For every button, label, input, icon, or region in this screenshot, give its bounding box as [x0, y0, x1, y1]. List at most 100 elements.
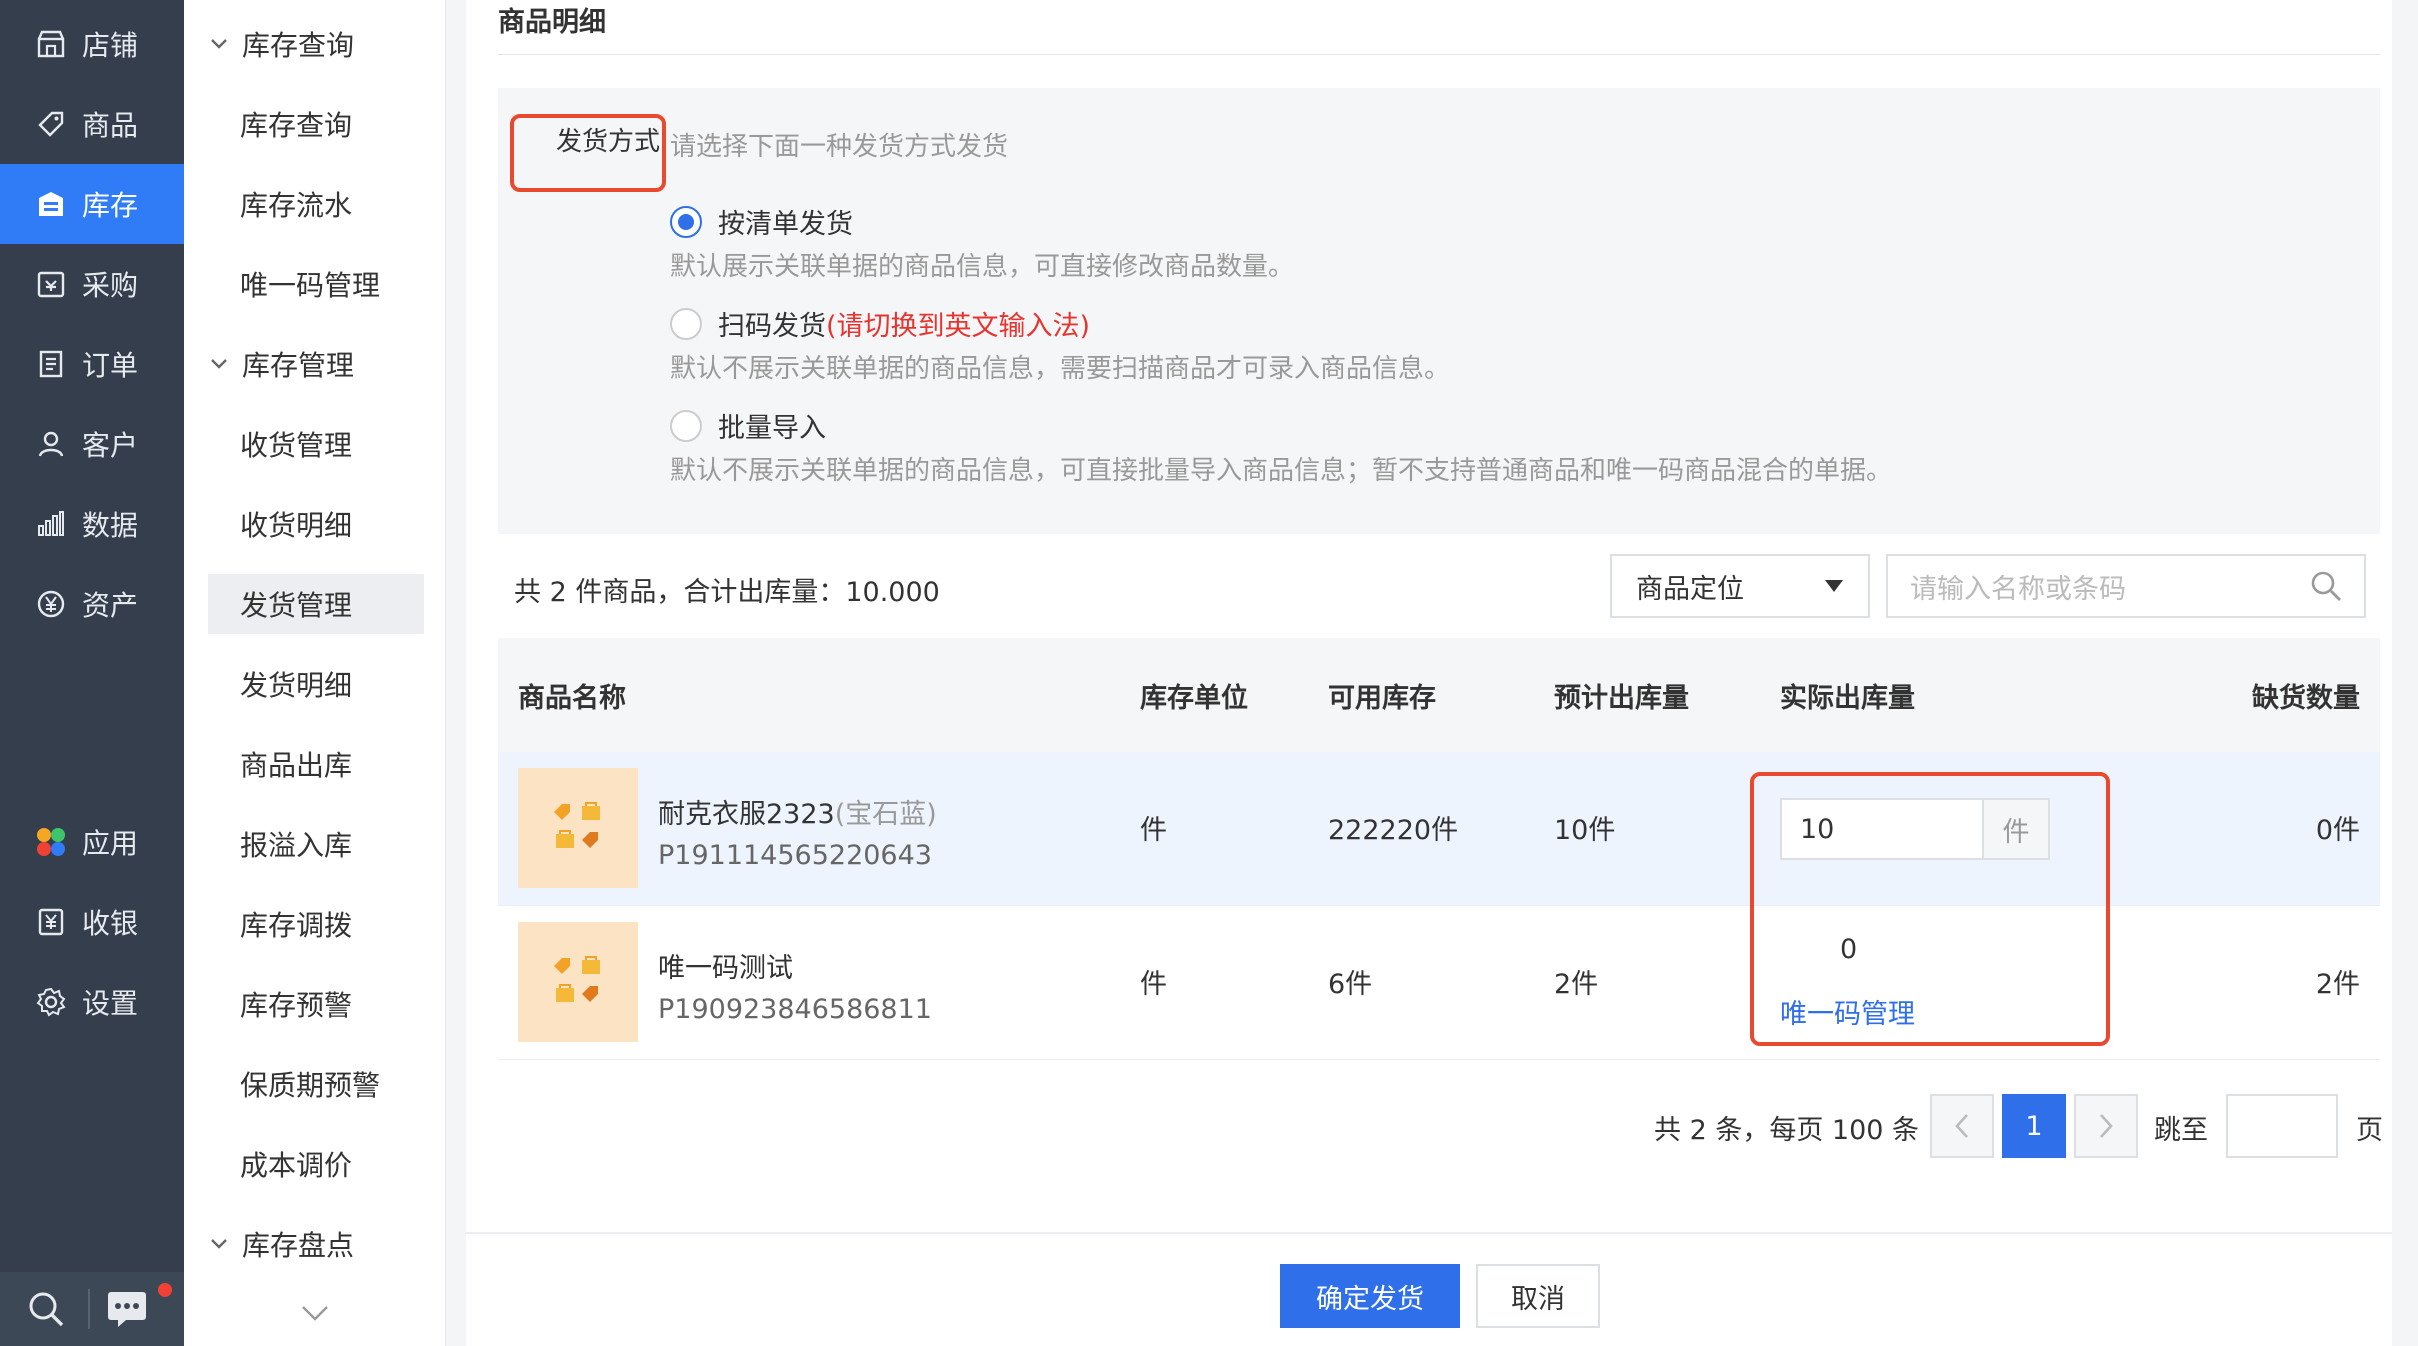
menu-item-receive-detail[interactable]: 收货明细 — [208, 494, 424, 554]
chevron-left-icon — [1954, 1113, 1970, 1139]
product-thumbnail — [518, 768, 638, 888]
menu-item-ship-detail[interactable]: 发货明细 — [208, 654, 424, 714]
chevron-right-icon — [2098, 1113, 2114, 1139]
inventory-icon — [34, 187, 68, 221]
menu-item-overflow-inbound[interactable]: 报溢入库 — [208, 814, 424, 874]
scrollbar-track[interactable] — [2392, 0, 2418, 1346]
product-image-icon — [554, 956, 600, 1002]
nav-item-customers[interactable]: 客户 — [0, 404, 184, 484]
col-available: 可用库存 — [1328, 682, 1436, 714]
nav-item-orders[interactable]: 订单 — [0, 324, 184, 404]
cell-shortage: 0件 — [2315, 815, 2360, 846]
nav-item-purchase[interactable]: 采购 — [0, 244, 184, 324]
highlight-box — [510, 114, 666, 192]
cashier-icon — [34, 905, 68, 939]
confirm-ship-button[interactable]: 确定发货 — [1280, 1264, 1460, 1328]
user-icon — [34, 427, 68, 461]
ship-option-import[interactable]: 批量导入 — [670, 406, 826, 445]
radio-list[interactable] — [670, 205, 702, 238]
nav-item-cashier[interactable]: 收银 — [0, 882, 184, 962]
col-expected: 预计出库量 — [1554, 682, 1689, 714]
menu-item-expiry-alert[interactable]: 保质期预警 — [208, 1054, 424, 1114]
menu-item-stock-alert[interactable]: 库存预警 — [208, 974, 424, 1034]
table-header: 商品名称 库存单位 可用库存 预计出库量 实际出库量 缺货数量 — [498, 638, 2380, 752]
col-actual: 实际出库量 — [1780, 682, 1915, 714]
goods-locate-select[interactable]: 商品定位 — [1610, 554, 1870, 618]
menu-item-unique-code[interactable]: 唯一码管理 — [208, 254, 424, 314]
purchase-icon — [34, 267, 68, 301]
menu-item-stock-query[interactable]: 库存查询 — [208, 94, 424, 154]
cancel-button[interactable]: 取消 — [1476, 1264, 1600, 1328]
menu-item-receive-manage[interactable]: 收货管理 — [208, 414, 424, 474]
cell-expected: 2件 — [1554, 969, 1599, 1000]
ship-option-desc: 默认不展示关联单据的商品信息，可直接批量导入商品信息；暂不支持普通商品和唯一码商… — [670, 456, 1893, 486]
menu-item-stock-flow[interactable]: 库存流水 — [208, 174, 424, 234]
next-page-button[interactable] — [2074, 1094, 2138, 1158]
order-icon — [34, 347, 68, 381]
product-code: P190923846586811 — [658, 994, 932, 1025]
chevron-down-icon[interactable] — [300, 1304, 330, 1322]
highlight-box — [1750, 772, 2110, 1046]
cell-expected: 10件 — [1554, 815, 1616, 846]
section-title: 商品明细 — [498, 7, 606, 38]
apps-icon — [34, 825, 68, 859]
ship-method-hint: 请选择下面一种发货方式发货 — [670, 132, 1009, 162]
nav-item-goods[interactable]: 商品 — [0, 84, 184, 164]
tag-icon — [34, 107, 68, 141]
jump-page-input[interactable] — [2226, 1094, 2338, 1158]
ship-option-warning: (请切换到英文输入法) — [826, 311, 1091, 342]
product-thumbnail — [518, 922, 638, 1042]
ship-option-scan[interactable]: 扫码发货 (请切换到英文输入法) — [670, 304, 1090, 343]
col-unit: 库存单位 — [1140, 682, 1248, 714]
search-input[interactable]: 请输入名称或条码 — [1886, 554, 2366, 618]
nav-item-settings[interactable]: 设置 — [0, 962, 184, 1042]
nav-bottom-bar — [0, 1272, 184, 1346]
chevron-down-icon — [210, 358, 230, 370]
menu-item-cost-adjust[interactable]: 成本调价 — [208, 1134, 424, 1194]
search-icon[interactable] — [26, 1289, 66, 1329]
chart-icon — [34, 507, 68, 541]
ship-option-desc: 默认展示关联单据的商品信息，可直接修改商品数量。 — [670, 252, 1295, 282]
ship-option-list[interactable]: 按清单发货 — [670, 202, 853, 241]
menu-group-stock-manage[interactable]: 库存管理 — [210, 334, 354, 394]
ship-method-panel: 发货方式: 请选择下面一种发货方式发货 按清单发货 默认展示关联单据的商品信息，… — [498, 88, 2380, 534]
nav-item-assets[interactable]: 资产 — [0, 564, 184, 644]
main-nav: 店铺 商品 库存 采购 订单 客户 数据 资产 应用 收银 设置 — [0, 0, 184, 1346]
divider — [498, 54, 2380, 55]
product-image-icon — [554, 802, 600, 848]
menu-item-ship-manage[interactable]: 发货管理 — [208, 574, 424, 634]
cell-unit: 件 — [1140, 969, 1167, 1000]
nav-item-inventory[interactable]: 库存 — [0, 164, 184, 244]
menu-item-goods-outbound[interactable]: 商品出库 — [208, 734, 424, 794]
store-icon — [34, 27, 68, 61]
nav-item-apps[interactable]: 应用 — [0, 802, 184, 882]
notification-badge — [158, 1283, 172, 1297]
goods-summary: 共 2 件商品，合计出库量：10.000 — [514, 577, 940, 608]
radio-scan[interactable] — [670, 307, 702, 340]
nav-item-data[interactable]: 数据 — [0, 484, 184, 564]
divider — [88, 1289, 90, 1329]
gear-icon — [34, 985, 68, 1019]
page-button-current[interactable]: 1 — [2002, 1094, 2066, 1158]
pagination-total: 共 2 条，每页 100 条 — [1654, 1114, 1920, 1146]
page-suffix: 页 — [2356, 1114, 2383, 1146]
cell-available: 6件 — [1328, 969, 1373, 1000]
yen-icon — [34, 587, 68, 621]
nav-item-store[interactable]: 店铺 — [0, 4, 184, 84]
menu-group-stocktake[interactable]: 库存盘点 — [210, 1214, 354, 1274]
product-name: 耐克衣服2323(宝石蓝) — [658, 799, 937, 830]
message-icon[interactable] — [106, 1289, 148, 1329]
jump-label: 跳至 — [2154, 1114, 2208, 1146]
prev-page-button[interactable] — [1930, 1094, 1994, 1158]
menu-group-stock-query[interactable]: 库存查询 — [210, 14, 354, 74]
search-icon[interactable] — [2310, 570, 2342, 602]
product-code: P191114565220643 — [658, 840, 932, 871]
chevron-down-icon — [210, 1238, 230, 1250]
secondary-menu: 库存查询 库存查询 库存流水 唯一码管理 库存管理 收货管理 收货明细 发货管理… — [184, 0, 446, 1346]
ship-option-desc: 默认不展示关联单据的商品信息，需要扫描商品才可录入商品信息。 — [670, 354, 1451, 384]
cell-available: 222220件 — [1328, 815, 1459, 846]
col-shortage: 缺货数量 — [2252, 682, 2360, 714]
menu-item-stock-transfer[interactable]: 库存调拨 — [208, 894, 424, 954]
col-name: 商品名称 — [518, 682, 626, 714]
radio-import[interactable] — [670, 409, 702, 442]
